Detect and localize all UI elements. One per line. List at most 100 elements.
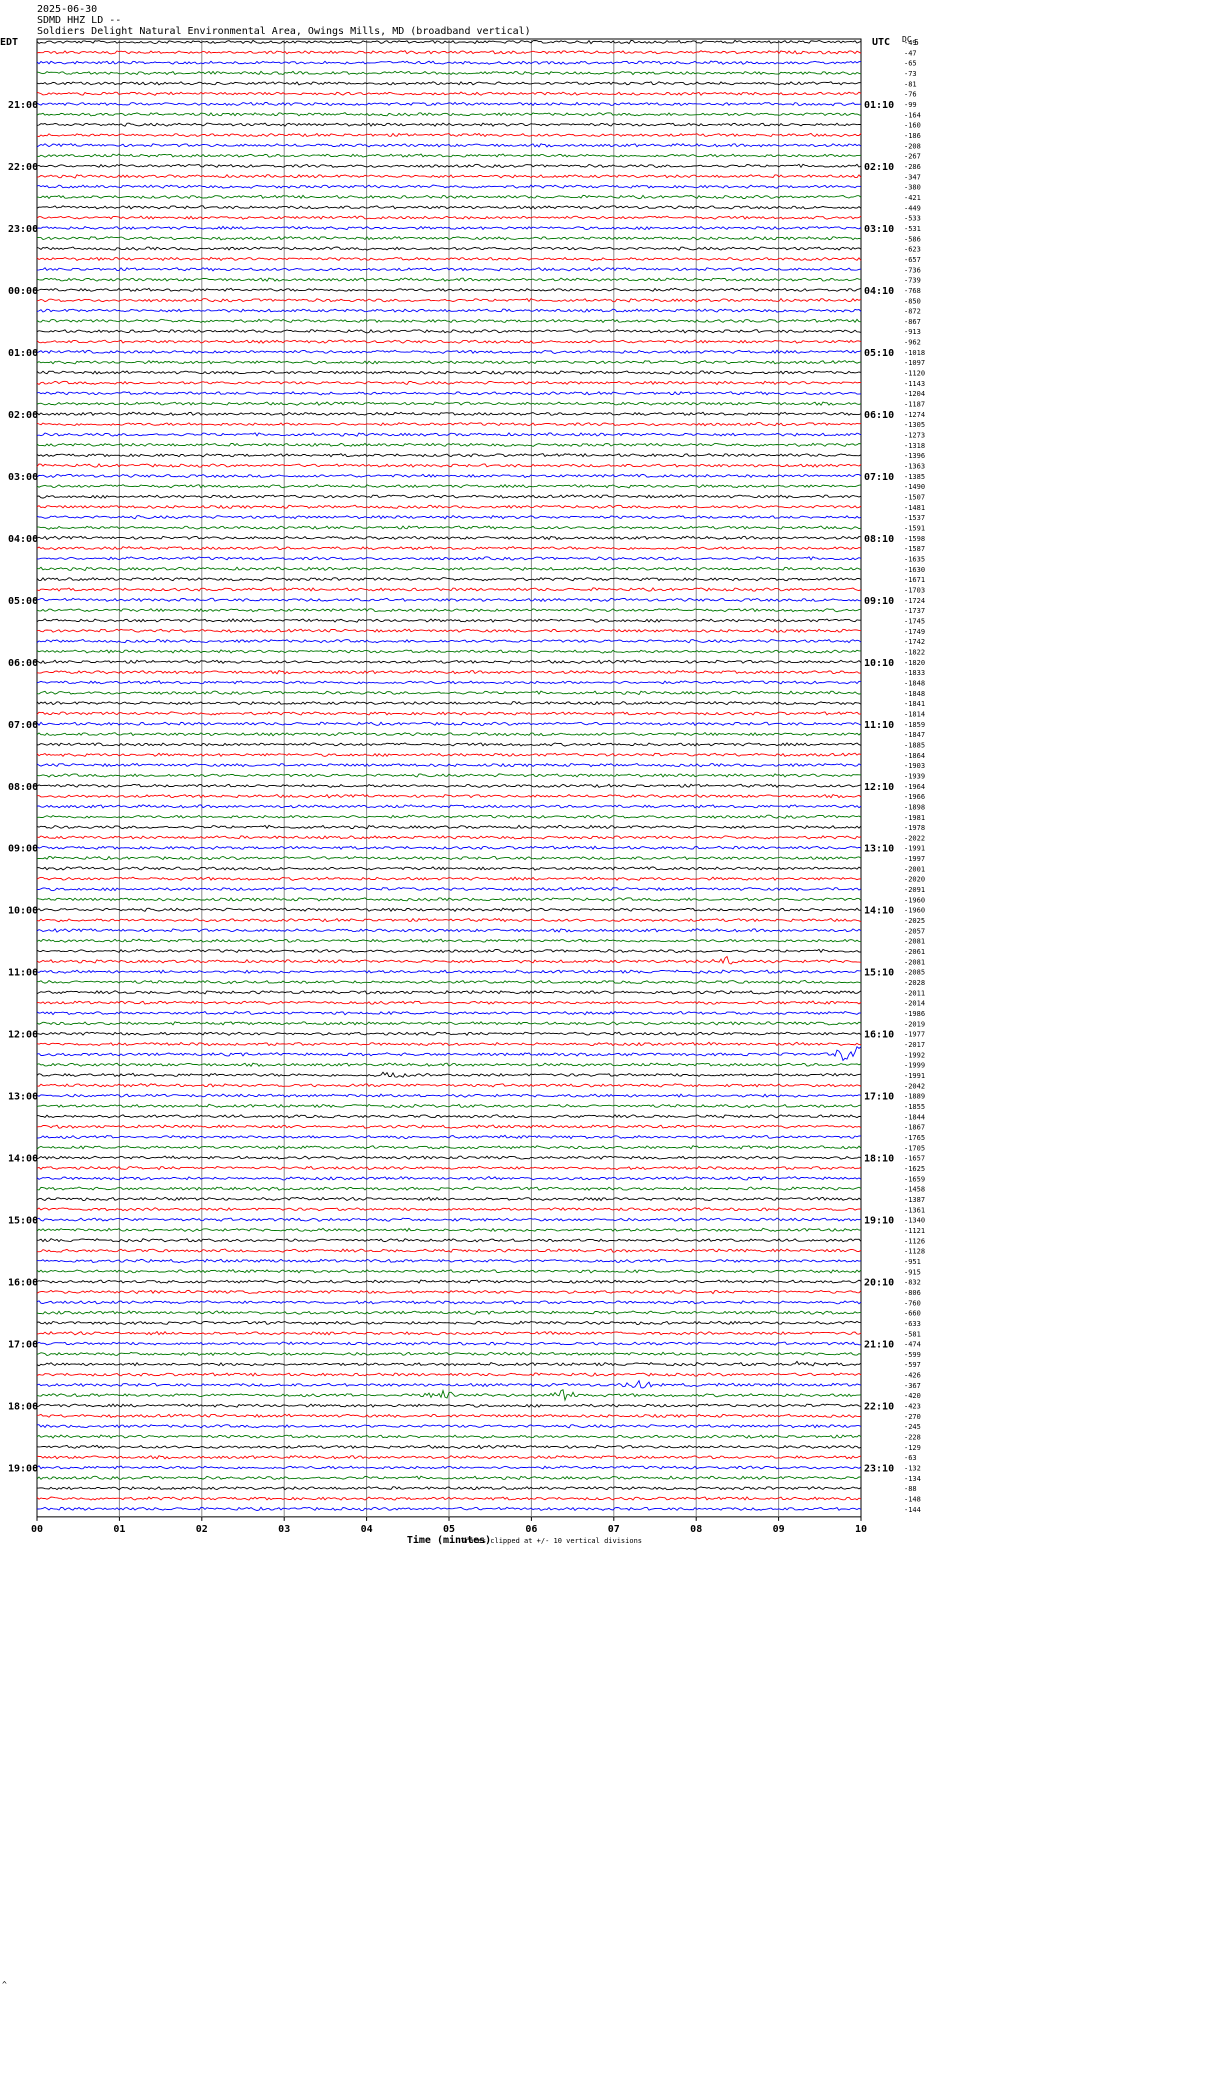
dc-offset-label: -1361 <box>904 1206 925 1214</box>
dc-offset-label: -1187 <box>904 401 925 409</box>
dc-offset-label: -63 <box>904 1454 917 1462</box>
dc-offset-label: -1458 <box>904 1186 925 1194</box>
dc-offset-label: -850 <box>904 297 921 305</box>
dc-offset-label: -81 <box>904 80 917 88</box>
dc-offset-label: -913 <box>904 328 921 336</box>
dc-offset-label: -531 <box>904 225 921 233</box>
dc-offset-label: -2019 <box>904 1020 925 1028</box>
dc-offset-label: -1864 <box>904 752 925 760</box>
dc-offset-label: -915 <box>904 1268 921 1276</box>
dc-offset-label: -1537 <box>904 514 925 522</box>
dc-offset-label: -2042 <box>904 1082 925 1090</box>
dc-offset-label: -1997 <box>904 855 925 863</box>
right-hour-label: 13:10 <box>864 844 894 855</box>
right-hour-label: 23:10 <box>864 1464 894 1475</box>
label-layer: 00 01 02 03 04 05 06 07 08 09 10Time (minutes)Trac… <box>8 39 925 1546</box>
dc-offset-label: -1143 <box>904 380 925 388</box>
dc-offset-label: -2057 <box>904 927 925 935</box>
dc-offset-label: -1737 <box>904 607 925 615</box>
right-hour-label: 08:10 <box>864 534 894 545</box>
dc-offset-label: -1120 <box>904 370 925 378</box>
x-tick-label: 03 <box>278 1524 290 1535</box>
dc-offset-label: -1340 <box>904 1217 925 1225</box>
dc-offset-label: -760 <box>904 1299 921 1307</box>
dc-offset-label: -1991 <box>904 1072 925 1080</box>
dc-offset-label: -148 <box>904 1496 921 1504</box>
dc-offset-label: -1318 <box>904 442 925 450</box>
dc-offset-label: -1481 <box>904 504 925 512</box>
dc-offset-label: -2091 <box>904 886 925 894</box>
left-hour-label: 01:00 <box>8 348 38 359</box>
right-hour-label: 15:10 <box>864 968 894 979</box>
dc-offset-label: -1490 <box>904 483 925 491</box>
dc-offset-label: -76 <box>904 91 917 99</box>
dc-offset-label: -739 <box>904 277 921 285</box>
right-hour-label: 02:10 <box>864 162 894 173</box>
left-hour-label: 06:00 <box>8 658 38 669</box>
dc-offset-label: -1999 <box>904 1062 925 1070</box>
dc-offset-label: -65 <box>904 60 917 68</box>
dc-offset-label: -1128 <box>904 1248 925 1256</box>
left-hour-label: 14:00 <box>8 1154 38 1165</box>
right-hour-label: 06:10 <box>864 410 894 421</box>
right-hour-label: 01:10 <box>864 100 894 111</box>
dc-offset-label: -597 <box>904 1361 921 1369</box>
dc-offset-label: -1749 <box>904 628 925 636</box>
dc-offset-label: -1703 <box>904 586 925 594</box>
right-hour-label: 17:10 <box>864 1092 894 1103</box>
left-hour-label: 17:00 <box>8 1340 38 1351</box>
dc-offset-label: -1657 <box>904 1155 925 1163</box>
dc-offset-label: -1097 <box>904 359 925 367</box>
dc-offset-label: -1964 <box>904 783 925 791</box>
dc-offset-label: -99 <box>904 101 917 109</box>
dc-offset-label: -1898 <box>904 803 925 811</box>
right-hour-label: 04:10 <box>864 286 894 297</box>
left-hour-label: 13:00 <box>8 1092 38 1103</box>
dc-offset-label: -951 <box>904 1258 921 1266</box>
dc-offset-label: -1625 <box>904 1165 925 1173</box>
dc-offset-label: -347 <box>904 173 921 181</box>
left-hour-label: 15:00 <box>8 1216 38 1227</box>
plot-grid <box>33 38 862 1521</box>
dc-offset-label: -1814 <box>904 710 925 718</box>
right-hour-label: 21:10 <box>864 1340 894 1351</box>
dc-offset-label: -1992 <box>904 1051 925 1059</box>
dc-offset-label: -2085 <box>904 969 925 977</box>
clip-note: Traces clipped at +/- 10 vertical divisi… <box>461 1537 642 1545</box>
right-hour-label: 10:10 <box>864 658 894 669</box>
helicorder-plot: 00 01 02 03 04 05 06 07 08 09 10Time (minutes)Trac… <box>8 38 925 1546</box>
left-hour-label: 23:00 <box>8 224 38 235</box>
dc-offset-label: -1960 <box>904 907 925 915</box>
dc-offset-label: -2061 <box>904 948 925 956</box>
dc-offset-label: -1848 <box>904 679 925 687</box>
dc-offset-label: -1833 <box>904 669 925 677</box>
dc-offset-label: -1742 <box>904 638 925 646</box>
dc-offset-label: -88 <box>904 1485 917 1493</box>
left-hour-label: 03:00 <box>8 472 38 483</box>
dc-offset-label: -806 <box>904 1289 921 1297</box>
left-hour-label: 08:00 <box>8 782 38 793</box>
dc-offset-label: -228 <box>904 1434 921 1442</box>
dc-offset-label: -160 <box>904 122 921 130</box>
left-hour-label: 10:00 <box>8 906 38 917</box>
dc-offset-label: -449 <box>904 204 921 212</box>
dc-offset-label: -660 <box>904 1310 921 1318</box>
x-tick-label: 01 <box>113 1524 125 1535</box>
dc-offset-label: -286 <box>904 163 921 171</box>
dc-offset-label: -1939 <box>904 772 925 780</box>
dc-offset-label: -47 <box>904 49 917 57</box>
dc-offset-label: -1745 <box>904 617 925 625</box>
left-hour-label: 22:00 <box>8 162 38 173</box>
right-hour-label: 22:10 <box>864 1402 894 1413</box>
dc-offset-label: -1844 <box>904 1113 925 1121</box>
x-tick-label: 06 <box>525 1524 537 1535</box>
x-tick-label: 00 <box>31 1524 43 1535</box>
left-hour-label: 11:00 <box>8 968 38 979</box>
dc-offset-label: -1635 <box>904 556 925 564</box>
right-hour-label: 16:10 <box>864 1030 894 1041</box>
dc-offset-label: -832 <box>904 1279 921 1287</box>
left-hour-label: 04:00 <box>8 534 38 545</box>
dc-offset-label: -1859 <box>904 721 925 729</box>
dc-offset-label: -1991 <box>904 845 925 853</box>
dc-offset-label: -1274 <box>904 411 925 419</box>
